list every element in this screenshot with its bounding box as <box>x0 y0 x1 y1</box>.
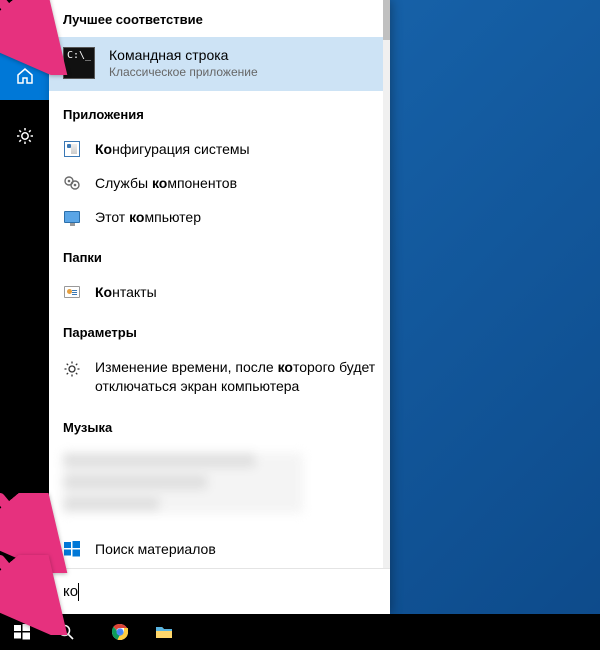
music-result-redacted[interactable] <box>63 453 303 513</box>
cortana-search-panel: Лучшее соответствие C:\_ Командная строк… <box>49 0 390 614</box>
gear-icon <box>16 127 34 145</box>
search-icon <box>57 623 75 641</box>
home-button[interactable] <box>0 52 49 100</box>
search-query-text: ко <box>63 583 78 600</box>
app-result-label: Этот компьютер <box>95 209 201 225</box>
rail-settings-button[interactable] <box>0 112 49 160</box>
hamburger-icon <box>16 11 34 29</box>
taskbar-search-button[interactable] <box>44 614 88 650</box>
section-header-folders: Папки <box>49 234 390 275</box>
start-left-rail <box>0 0 49 614</box>
app-result-system-config[interactable]: Конфигурация системы <box>49 132 390 166</box>
scrollbar-thumb[interactable] <box>383 0 390 40</box>
taskbar-file-explorer[interactable] <box>142 614 186 650</box>
cmd-prompt-icon: C:\_ <box>63 47 95 79</box>
search-input[interactable]: ко <box>49 568 390 614</box>
section-header-settings: Параметры <box>49 309 390 350</box>
section-header-best-match: Лучшее соответствие <box>49 0 390 37</box>
folder-result-label: Контакты <box>95 284 157 300</box>
start-button[interactable] <box>0 614 44 650</box>
store-search-label: Поиск материалов <box>95 541 216 557</box>
results-scroll-area[interactable]: Лучшее соответствие C:\_ Командная строк… <box>49 0 390 614</box>
setting-result-screen-timeout[interactable]: Изменение времени, после которого будет … <box>49 350 390 404</box>
windows-store-icon <box>63 540 81 558</box>
store-search-row[interactable]: Поиск материалов <box>49 530 390 568</box>
taskbar-chrome[interactable] <box>98 614 142 650</box>
app-result-label: Службы компонентов <box>95 175 237 191</box>
folder-icon <box>155 623 173 641</box>
contacts-icon <box>63 283 81 301</box>
app-result-this-pc[interactable]: Этот компьютер <box>49 200 390 234</box>
section-header-music: Музыка <box>49 404 390 445</box>
taskbar <box>0 614 600 650</box>
this-pc-icon <box>63 208 81 226</box>
folder-result-contacts[interactable]: Контакты <box>49 275 390 309</box>
text-caret <box>78 583 79 601</box>
gear-icon <box>63 360 81 378</box>
component-services-icon <box>63 174 81 192</box>
scrollbar[interactable] <box>383 0 390 614</box>
app-result-component-services[interactable]: Службы компонентов <box>49 166 390 200</box>
windows-icon <box>13 623 31 641</box>
app-result-label: Конфигурация системы <box>95 141 250 157</box>
home-icon <box>16 67 34 85</box>
setting-result-label: Изменение времени, после которого будет … <box>95 358 376 396</box>
sysconf-icon <box>63 140 81 158</box>
best-match-title: Командная строка <box>109 47 258 63</box>
best-match-subtitle: Классическое приложение <box>109 65 258 79</box>
chrome-icon <box>111 623 129 641</box>
hamburger-button[interactable] <box>0 0 49 40</box>
section-header-apps: Приложения <box>49 91 390 132</box>
best-match-result[interactable]: C:\_ Командная строка Классическое прило… <box>49 37 390 91</box>
